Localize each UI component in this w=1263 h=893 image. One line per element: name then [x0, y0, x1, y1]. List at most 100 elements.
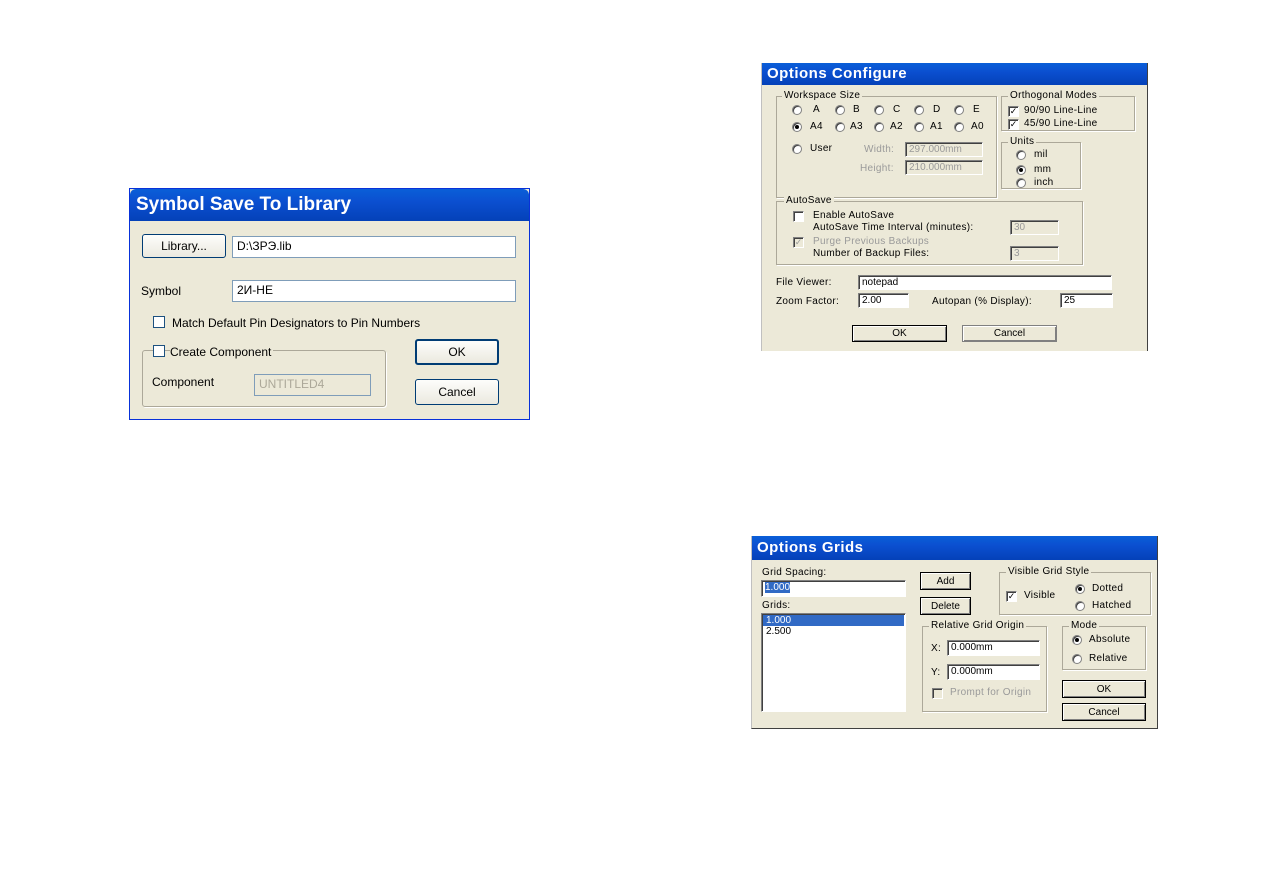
grids-ok-button[interactable]: OK: [1062, 680, 1146, 698]
visible-checkbox[interactable]: ✓: [1006, 591, 1017, 602]
relative-origin-label: Relative Grid Origin: [929, 620, 1027, 631]
file-viewer-label: File Viewer:: [776, 277, 832, 288]
grids-listbox[interactable]: 1.000 2.500: [761, 613, 906, 712]
size-label-a1: A1: [930, 121, 943, 132]
symbol-save-title: Symbol Save To Library: [136, 194, 352, 215]
ortho-90-label: 90/90 Line-Line: [1024, 105, 1098, 116]
autosave-interval-field[interactable]: 30: [1010, 220, 1059, 235]
size-label-c: C: [893, 104, 901, 115]
symbol-label: Symbol: [141, 284, 182, 298]
enable-autosave-label: Enable AutoSave: [813, 210, 895, 221]
size-label-e: E: [973, 104, 980, 115]
purge-backups-label: Purge Previous Backups: [813, 236, 930, 247]
size-label-a3: A3: [850, 121, 863, 132]
workspace-size-label: Workspace Size: [782, 90, 863, 101]
grids-label: Grids:: [762, 600, 791, 611]
units-label-inch: inch: [1034, 177, 1054, 188]
size-radio-a3[interactable]: [835, 122, 845, 132]
configure-cancel-button[interactable]: Cancel: [962, 325, 1057, 342]
configure-ok-button[interactable]: OK: [852, 325, 947, 342]
options-grids-title: Options Grids: [757, 539, 864, 556]
file-viewer-field[interactable]: notepad: [858, 275, 1112, 290]
grid-spacing-field[interactable]: 1.000: [761, 580, 906, 597]
grid-list-item[interactable]: 1.000: [763, 615, 904, 626]
size-radio-e[interactable]: [954, 105, 964, 115]
origin-y-field[interactable]: 0.000mm: [947, 664, 1040, 680]
add-grid-button[interactable]: Add: [920, 572, 971, 590]
origin-x-label: X:: [931, 643, 942, 654]
relative-radio[interactable]: [1072, 654, 1082, 664]
options-configure-title-bar: Options Configure: [762, 63, 1147, 85]
ortho-45-checkbox[interactable]: ✓: [1008, 119, 1019, 130]
purge-backups-checkbox[interactable]: ✓: [793, 237, 804, 248]
origin-x-field[interactable]: 0.000mm: [947, 640, 1040, 656]
ortho-90-checkbox[interactable]: ✓: [1008, 106, 1019, 117]
match-pin-label: Match Default Pin Designators to Pin Num…: [172, 316, 421, 330]
create-component-label: Create Component: [170, 345, 274, 359]
autopan-label: Autopan (% Display):: [932, 296, 1032, 307]
options-configure-dialog: Options Configure Workspace Size A B C D…: [761, 63, 1148, 351]
autosave-label: AutoSave: [784, 195, 834, 206]
size-radio-a4[interactable]: [792, 122, 802, 132]
zoom-factor-label: Zoom Factor:: [776, 296, 840, 307]
component-label: Component: [152, 375, 215, 389]
autopan-field[interactable]: 25: [1060, 293, 1113, 308]
mode-label: Mode: [1069, 620, 1100, 631]
units-radio-inch[interactable]: [1016, 178, 1026, 188]
width-label: Width:: [864, 144, 895, 155]
size-radio-a[interactable]: [792, 105, 802, 115]
absolute-radio[interactable]: [1072, 635, 1082, 645]
component-name-field[interactable]: UNTITLED4: [254, 374, 371, 396]
absolute-label: Absolute: [1089, 634, 1131, 645]
library-button[interactable]: Library...: [142, 234, 226, 258]
units-radio-mil[interactable]: [1016, 150, 1026, 160]
size-label-user: User: [810, 143, 833, 154]
height-label: Height:: [860, 163, 894, 174]
orthogonal-modes-label: Orthogonal Modes: [1008, 90, 1100, 101]
size-radio-a0[interactable]: [954, 122, 964, 132]
units-label-mil: mil: [1034, 149, 1048, 160]
grid-spacing-label: Grid Spacing:: [762, 567, 827, 578]
grid-list-item[interactable]: 2.500: [763, 626, 904, 637]
prompt-origin-checkbox[interactable]: [932, 688, 943, 699]
size-label-a0: A0: [971, 121, 984, 132]
width-field[interactable]: 297.000mm: [905, 142, 983, 157]
ok-button[interactable]: OK: [415, 339, 499, 365]
units-label-mm: mm: [1034, 164, 1052, 175]
visible-label: Visible: [1024, 590, 1056, 601]
match-pin-checkbox[interactable]: [153, 316, 165, 328]
visible-grid-style-label: Visible Grid Style: [1006, 566, 1092, 577]
library-path-field[interactable]: D:\ЗРЭ.lib: [232, 236, 516, 258]
size-radio-a1[interactable]: [914, 122, 924, 132]
symbol-name-field[interactable]: 2И-НЕ: [232, 280, 516, 302]
autosave-interval-label: AutoSave Time Interval (minutes):: [813, 222, 974, 233]
hatched-radio[interactable]: [1075, 601, 1085, 611]
backup-files-field[interactable]: 3: [1010, 246, 1059, 261]
units-radio-mm[interactable]: [1016, 165, 1026, 175]
size-radio-b[interactable]: [835, 105, 845, 115]
zoom-factor-field[interactable]: 2.00: [858, 293, 909, 308]
size-radio-d[interactable]: [914, 105, 924, 115]
height-field[interactable]: 210.000mm: [905, 160, 983, 175]
origin-y-label: Y:: [931, 667, 941, 678]
grid-spacing-value: 1.000: [765, 582, 791, 593]
size-radio-a2[interactable]: [874, 122, 884, 132]
size-radio-c[interactable]: [874, 105, 884, 115]
units-label: Units: [1008, 136, 1037, 147]
size-label-d: D: [933, 104, 941, 115]
size-label-a2: A2: [890, 121, 903, 132]
create-component-checkbox[interactable]: [153, 345, 165, 357]
dotted-radio[interactable]: [1075, 584, 1085, 594]
symbol-save-title-bar: Symbol Save To Library: [130, 189, 529, 221]
size-label-a4: A4: [810, 121, 823, 132]
delete-grid-button[interactable]: Delete: [920, 597, 971, 615]
grids-cancel-button[interactable]: Cancel: [1062, 703, 1146, 721]
enable-autosave-checkbox[interactable]: [793, 211, 804, 222]
hatched-label: Hatched: [1092, 600, 1132, 611]
size-label-a: A: [813, 104, 820, 115]
size-radio-user[interactable]: [792, 144, 802, 154]
options-configure-title: Options Configure: [767, 65, 908, 82]
cancel-button[interactable]: Cancel: [415, 379, 499, 405]
relative-label: Relative: [1089, 653, 1128, 664]
options-grids-dialog: Options Grids Grid Spacing: 1.000 Grids:…: [751, 536, 1158, 729]
